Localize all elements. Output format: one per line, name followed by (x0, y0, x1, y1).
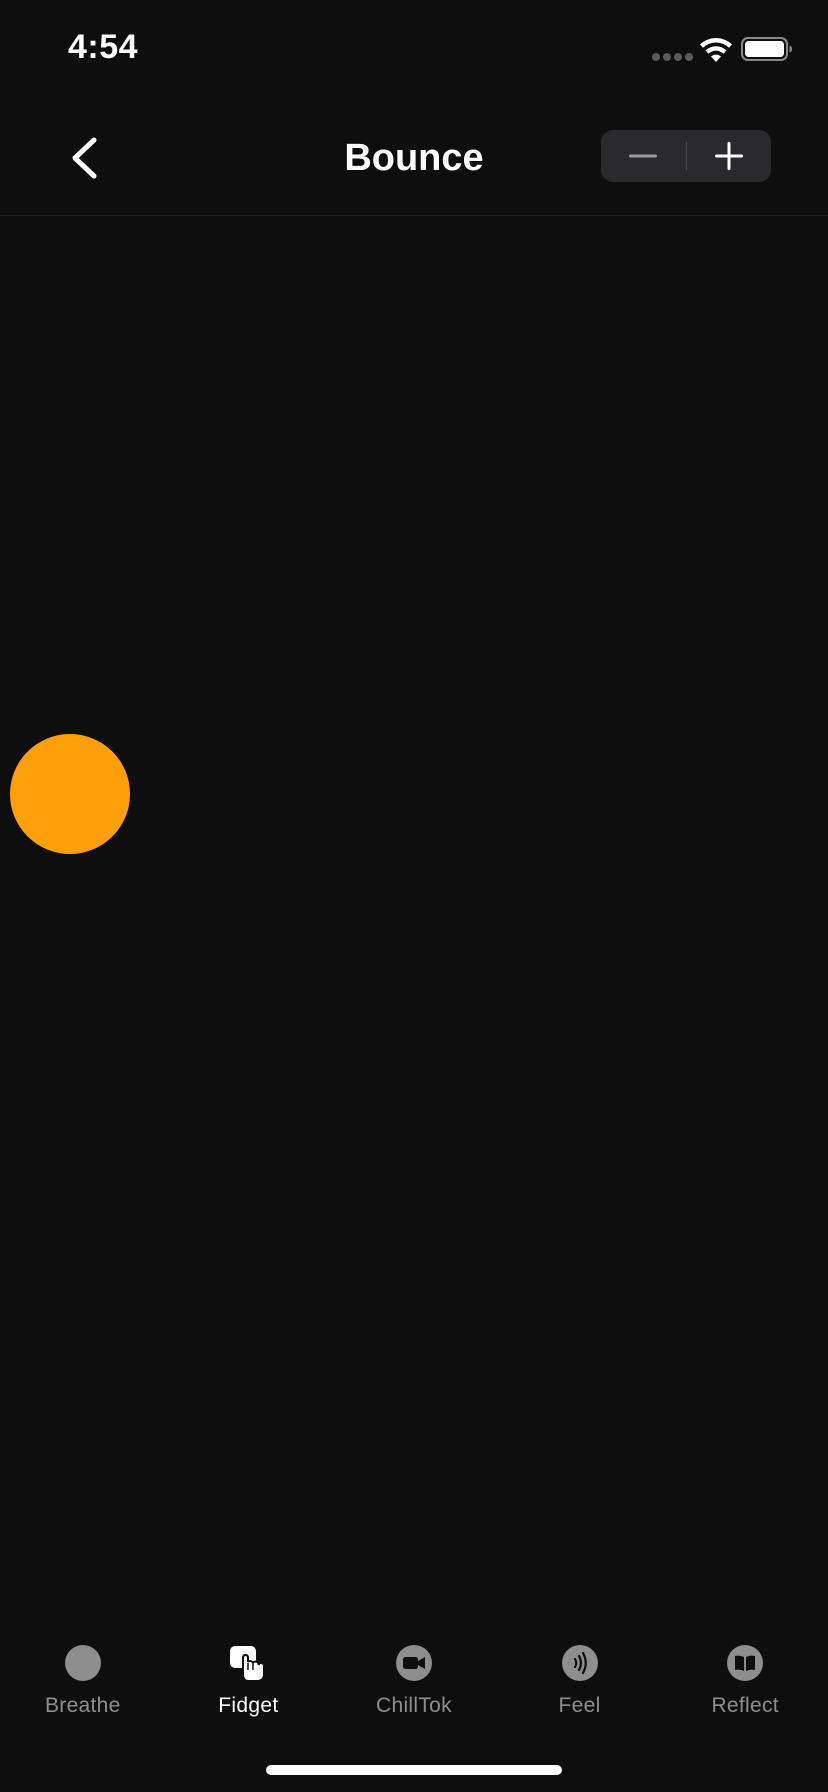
tab-label: Fidget (218, 1694, 279, 1717)
status-time: 4:54 (68, 28, 139, 66)
size-stepper[interactable] (601, 130, 771, 182)
home-indicator (266, 1765, 562, 1775)
tab-breathe[interactable]: Breathe (0, 1620, 166, 1720)
minus-icon (629, 154, 658, 158)
tab-chilltok[interactable]: ChillTok (331, 1620, 497, 1720)
circle-icon (64, 1644, 102, 1682)
hand-pointer-icon (229, 1644, 267, 1682)
tab-label: Reflect (711, 1694, 779, 1717)
tab-reflect[interactable]: Reflect (662, 1620, 828, 1720)
tab-bar: Breathe Fidget ChillTok Feel Reflect (0, 1620, 828, 1720)
nav-header: Bounce (0, 100, 828, 216)
tab-fidget[interactable]: Fidget (166, 1620, 332, 1720)
signal-dots-icon (652, 53, 693, 61)
status-bar: 4:54 (0, 0, 828, 100)
video-camera-icon (395, 1644, 433, 1682)
wifi-icon (700, 38, 732, 62)
plus-icon (714, 142, 743, 170)
sound-waves-icon (561, 1644, 599, 1682)
book-icon (726, 1644, 764, 1682)
tab-label: Breathe (44, 1694, 121, 1717)
battery-icon (741, 37, 792, 61)
tab-label: ChillTok (376, 1694, 452, 1717)
increment-button[interactable] (687, 130, 772, 182)
tab-feel[interactable]: Feel (497, 1620, 663, 1720)
bounce-ball[interactable] (10, 734, 130, 854)
decrement-button[interactable] (601, 130, 686, 182)
bounce-canvas[interactable] (0, 216, 828, 1616)
tab-label: Feel (558, 1694, 601, 1717)
